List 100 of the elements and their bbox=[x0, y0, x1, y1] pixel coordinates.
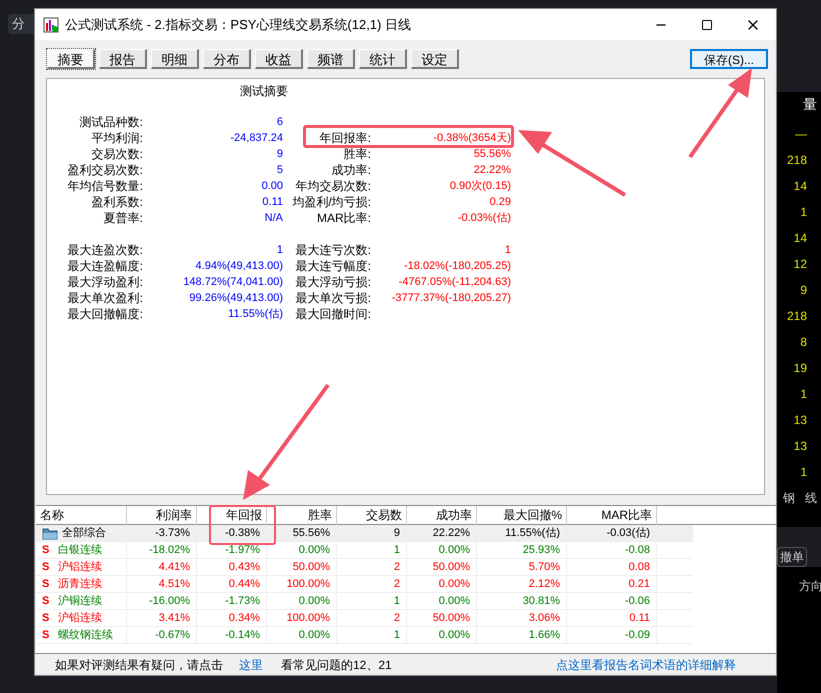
stat-value: 22.22% bbox=[472, 163, 511, 178]
stat-label: 最大浮动亏损: bbox=[294, 274, 371, 290]
volume-value: 12 bbox=[794, 256, 807, 273]
table-cell: -0.09 bbox=[567, 627, 657, 644]
folder-icon bbox=[42, 527, 58, 540]
tab-label: 分 bbox=[8, 14, 34, 34]
annotation-box bbox=[209, 505, 276, 545]
table-row[interactable]: S 沪铝连续 4.41% 0.43% 50.00% 2 50.00% 5.70% 0.08 bbox=[36, 559, 693, 576]
table-cell: -0.14% bbox=[197, 627, 267, 644]
volume-header: 量 bbox=[803, 95, 817, 114]
glossary-link[interactable]: 点这里看报告名词术语的详细解释 bbox=[556, 656, 736, 674]
table-cell-text: 沪铝连续 bbox=[58, 560, 102, 576]
stat-value: -18.02%(-180,205.25) bbox=[402, 259, 511, 274]
table-row[interactable]: S 白银连续 -18.02% -1.97% 0.00% 1 0.00% 25.93% -0.08 bbox=[36, 542, 693, 559]
tab[interactable]: 统计 bbox=[359, 49, 407, 69]
volume-value: — bbox=[795, 126, 807, 143]
direction-header: 方向 bbox=[799, 578, 821, 595]
stat-value: 55.56% bbox=[472, 147, 511, 162]
help-link[interactable]: 这里 bbox=[239, 656, 263, 674]
stat-label: 最大回撤幅度: bbox=[66, 306, 143, 322]
stat-value: 4.94%(49,413.00) bbox=[194, 259, 283, 274]
table-row[interactable]: S 沪铅连续 3.41% 0.34% 100.00% 2 50.00% 3.06% 0.11 bbox=[36, 610, 693, 627]
strategy-marker: S bbox=[42, 611, 50, 626]
strategy-marker: S bbox=[42, 577, 50, 592]
volume-value: 1 bbox=[800, 386, 807, 403]
stat-value: -0.03%(估) bbox=[456, 211, 511, 226]
stat-value: 1 bbox=[276, 243, 283, 258]
stat-label: 最大单次盈利: bbox=[66, 290, 143, 306]
stat-label: 盈利系数: bbox=[90, 194, 143, 210]
strategy-marker: S bbox=[42, 560, 50, 576]
table-row[interactable]: 全部综合 -3.73% -0.38% 55.56% 9 22.22% 11.55%(估) -0.03(估) bbox=[36, 525, 693, 542]
stat-label: 最大连盈幅度: bbox=[66, 258, 143, 274]
stat-label: 最大浮动盈利: bbox=[66, 274, 143, 290]
help-text: 如果对评测结果有疑问，请点击 bbox=[55, 656, 223, 674]
tab[interactable]: 明细 bbox=[151, 49, 199, 69]
volume-value: 14 bbox=[794, 178, 807, 195]
stat-value: 6 bbox=[276, 115, 283, 130]
chart-app-icon bbox=[43, 16, 59, 32]
stat-value: 0.90次(0.15) bbox=[448, 179, 511, 194]
stat-value: 1 bbox=[504, 243, 511, 258]
table-cell-text: 沥青连续 bbox=[58, 577, 102, 592]
tab[interactable]: 分布 bbox=[203, 49, 251, 69]
table-row[interactable]: S 沥青连续 4.51% 0.44% 100.00% 2 0.00% 2.12% 0.21 bbox=[36, 576, 693, 593]
table-cell: 0.00% bbox=[267, 627, 337, 644]
table-cell: 0.00% bbox=[407, 627, 477, 644]
volume-value: 13 bbox=[794, 438, 807, 455]
stat-label: 最大连亏次数: bbox=[294, 242, 371, 258]
tab[interactable]: 收益 bbox=[255, 49, 303, 69]
table-cell: -0.67% bbox=[127, 627, 197, 644]
save-button[interactable]: 保存(S)... bbox=[690, 49, 768, 69]
stat-value: 5 bbox=[276, 163, 283, 178]
faq-text: 看常见问题的12、21 bbox=[281, 656, 392, 674]
table-cell-text: 螺纹钢连续 bbox=[58, 628, 113, 644]
volume-value: 14 bbox=[794, 230, 807, 247]
stat-value: 11.55%(估) bbox=[227, 307, 283, 322]
tab[interactable]: 报告 bbox=[99, 49, 147, 69]
stat-label: 最大单次亏损: bbox=[294, 290, 371, 306]
table-cell: 1.66% bbox=[477, 627, 567, 644]
window-title: 公式测试系统 - 2.指标交易：PSY心理线交易系统(12,1) 日线 bbox=[65, 16, 411, 34]
volume-value: 19 bbox=[794, 360, 807, 377]
stat-label: 盈利交易次数: bbox=[66, 162, 143, 178]
table-cell-text: 全部综合 bbox=[62, 526, 106, 542]
stat-value: -3777.37%(-180,205.27) bbox=[390, 291, 511, 306]
stat-value: 0.29 bbox=[488, 195, 511, 210]
table-cell-text: 沪铅连续 bbox=[58, 610, 102, 626]
strategy-marker: S bbox=[42, 594, 50, 610]
market-label: 钢 bbox=[783, 490, 795, 507]
stat-label: 年均交易次数: bbox=[294, 178, 371, 194]
cancel-button[interactable]: 撤单 bbox=[777, 547, 807, 567]
table-row[interactable]: S 沪铜连续 -16.00% -1.73% 0.00% 1 0.00% 30.81% -0.06 bbox=[36, 593, 693, 610]
stat-label: 交易次数: bbox=[90, 146, 143, 162]
stat-label: 最大回撤时间: bbox=[294, 306, 371, 322]
tab[interactable]: 设定 bbox=[411, 49, 459, 69]
stat-value: 0.00 bbox=[260, 179, 283, 194]
stat-value: -0.38%(3654天) bbox=[432, 131, 511, 146]
volume-value: 218 bbox=[786, 152, 807, 169]
strategy-marker: S bbox=[42, 543, 50, 558]
volume-value: 1 bbox=[800, 204, 807, 221]
volume-value: 218 bbox=[786, 308, 807, 325]
stat-label: MAR比率: bbox=[316, 210, 371, 226]
table-cell: 1 bbox=[337, 627, 407, 644]
summary-title: 测试摘要 bbox=[240, 83, 288, 100]
volume-value: 13 bbox=[794, 412, 807, 429]
table-cell-text: 沪铜连续 bbox=[58, 594, 102, 610]
stat-label: 最大连盈次数: bbox=[66, 242, 143, 258]
stat-label: 夏普率: bbox=[102, 210, 143, 226]
tab[interactable]: 频谱 bbox=[307, 49, 355, 69]
strategy-marker: S bbox=[42, 628, 50, 644]
stat-value: 0.11 bbox=[261, 195, 283, 210]
stat-value: -4767.05%(-11,204.63) bbox=[398, 275, 511, 290]
stat-label: 年均信号数量: bbox=[66, 178, 143, 194]
tab[interactable]: 摘要 bbox=[47, 49, 95, 69]
stat-label: 胜率: bbox=[342, 146, 371, 162]
stat-value: N/A bbox=[264, 211, 283, 226]
stat-label: 均盈利/均亏损: bbox=[291, 194, 371, 210]
volume-value: 1 bbox=[800, 464, 807, 481]
table-row[interactable]: S 螺纹钢连续 -0.67% -0.14% 0.00% 1 0.00% 1.66% -0.09 bbox=[36, 627, 693, 644]
stat-value: 99.26%(49,413.00) bbox=[188, 291, 283, 306]
stat-label: 最大连亏幅度: bbox=[294, 258, 371, 274]
volume-value: 8 bbox=[800, 334, 807, 351]
